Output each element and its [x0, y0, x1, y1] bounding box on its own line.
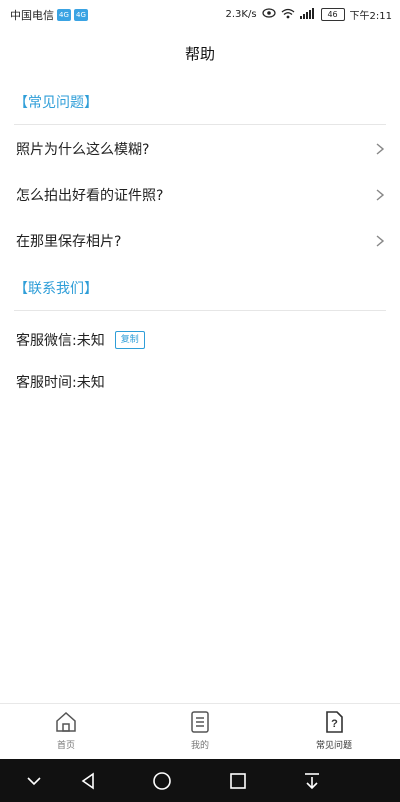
battery-indicator: 46: [320, 8, 345, 21]
tab-home[interactable]: 首页: [26, 710, 106, 751]
contact-section-heading: 【联系我们】: [14, 281, 98, 297]
wechat-row: 客服微信:未知 复制: [16, 330, 145, 350]
faq-item-good-id-photo[interactable]: 怎么拍出好看的证件照?: [0, 174, 400, 216]
back-icon[interactable]: [76, 769, 100, 793]
faq-item-blurry-photos[interactable]: 照片为什么这么模糊?: [0, 128, 400, 170]
eye-icon: [261, 8, 276, 21]
svg-text:?: ?: [331, 718, 338, 730]
tab-faq[interactable]: ? 常见问题: [294, 710, 374, 751]
service-hours-label: 客服时间:未知: [16, 375, 105, 391]
signal-icon: [299, 7, 316, 22]
faq-divider: [14, 124, 386, 125]
recents-icon[interactable]: [226, 769, 250, 793]
page-title: 帮助: [184, 45, 215, 63]
tab-label: 常见问题: [315, 741, 352, 751]
faq-item-label: 照片为什么这么模糊?: [16, 142, 150, 158]
bottom-tab-bar: 首页 我的 ? 常见问题: [0, 703, 400, 759]
document-icon: [191, 711, 209, 733]
tab-mine[interactable]: 我的: [160, 710, 240, 751]
notification-pull-icon[interactable]: [300, 769, 324, 793]
chevron-down-icon[interactable]: [22, 769, 46, 793]
chevron-right-icon: [376, 143, 385, 155]
status-right: 2.3K/s 46 下午2:11: [225, 7, 392, 22]
faq-item-label: 在那里保存相片?: [16, 234, 122, 250]
status-left: 中国电信 4G 4G: [10, 7, 88, 23]
faq-section-heading: 【常见问题】: [14, 95, 98, 111]
sim2-badge: 4G: [74, 9, 88, 21]
question-doc-icon: ?: [326, 711, 343, 733]
wechat-label: 客服微信:未知: [16, 333, 105, 349]
contact-divider: [14, 310, 386, 311]
network-speed: 2.3K/s: [225, 9, 257, 20]
carrier-label: 中国电信: [10, 9, 54, 22]
service-hours-row: 客服时间:未知: [16, 372, 105, 392]
home-circle-icon[interactable]: [150, 769, 174, 793]
faq-item-save-photo[interactable]: 在那里保存相片?: [0, 220, 400, 262]
chevron-right-icon: [376, 235, 385, 247]
sim1-badge: 4G: [57, 9, 71, 21]
tab-label: 首页: [56, 741, 75, 751]
chevron-right-icon: [376, 189, 385, 201]
home-icon: [56, 711, 76, 732]
wifi-icon: [281, 8, 295, 22]
faq-item-label: 怎么拍出好看的证件照?: [16, 188, 164, 204]
status-time: 下午2:11: [349, 11, 392, 22]
tab-label: 我的: [190, 741, 209, 751]
system-nav-bar: [0, 759, 400, 802]
copy-button[interactable]: 复制: [114, 331, 145, 349]
status-bar: 中国电信 4G 4G 2.3K/s 46 下午2:11: [0, 0, 400, 28]
